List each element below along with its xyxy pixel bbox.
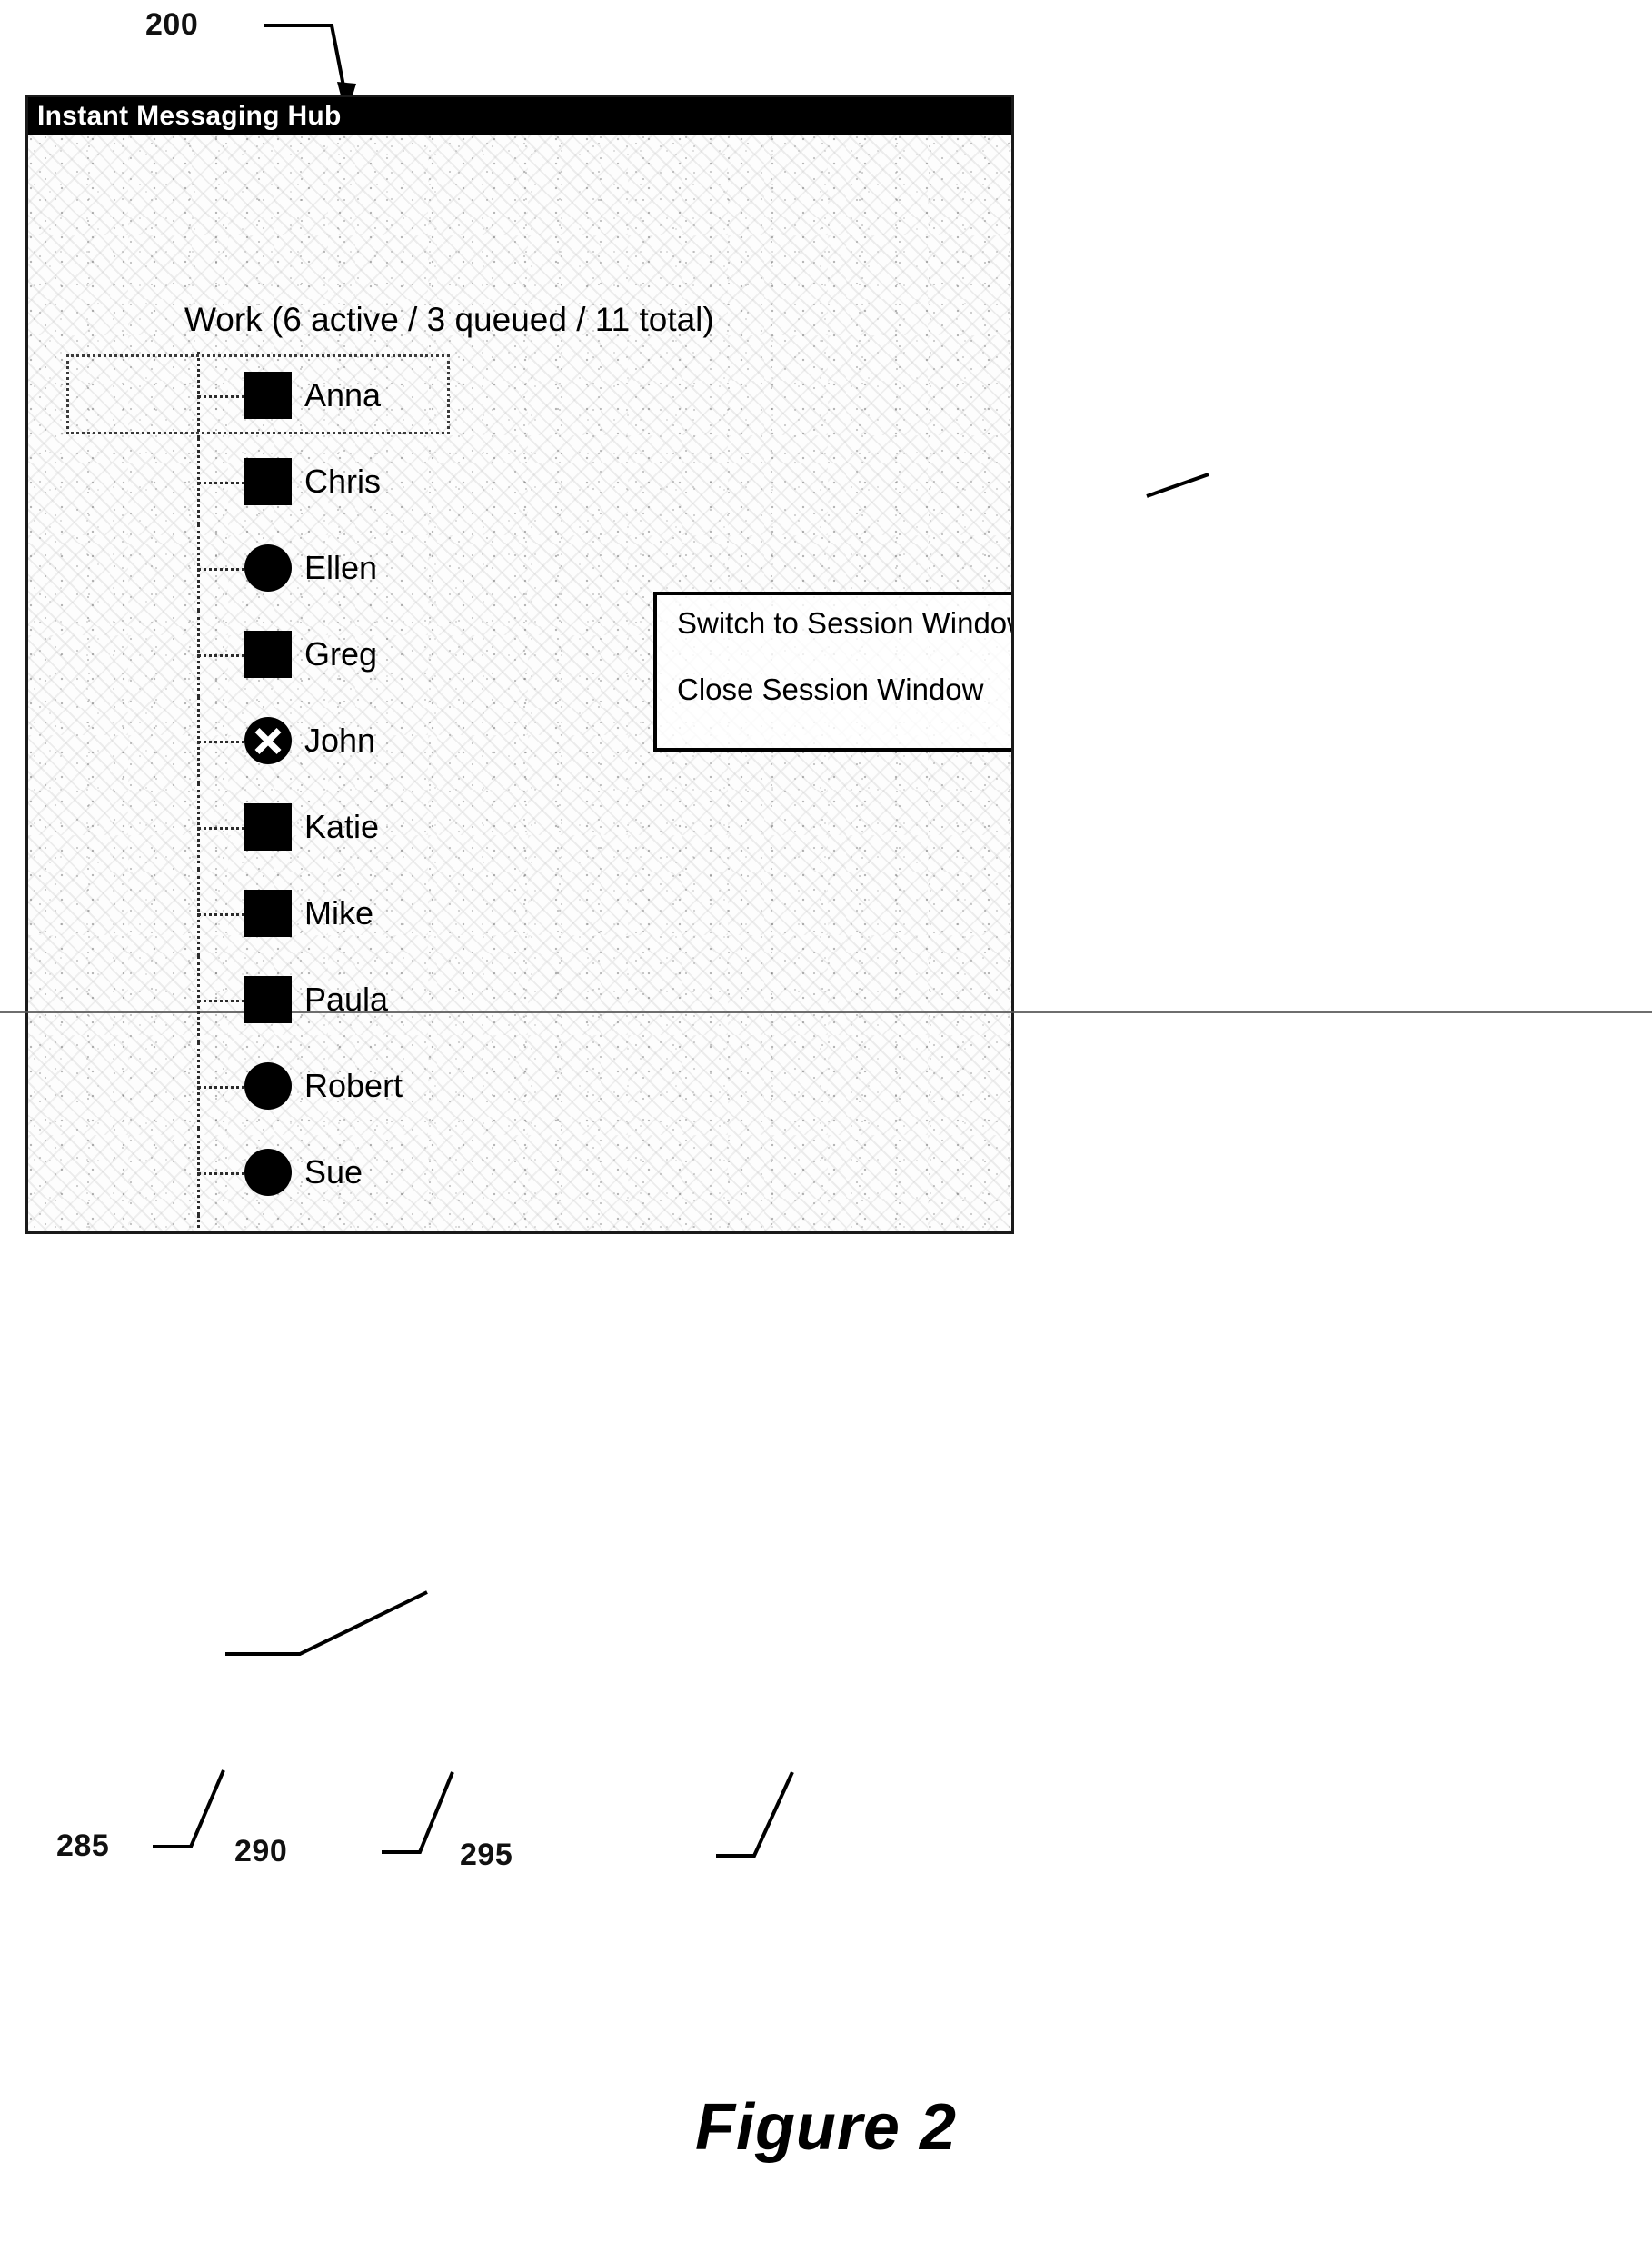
contact-row-chris[interactable]: Chris [197, 438, 833, 524]
window-title: Instant Messaging Hub [37, 101, 342, 131]
instant-messaging-hub-window: Instant Messaging Hub Work (6 active / 3… [25, 95, 1014, 1234]
contact-name: Chris [304, 462, 382, 500]
contact-name: Greg [304, 634, 378, 673]
window-title-bar: Instant Messaging Hub [28, 97, 1011, 135]
contact-row-katie[interactable]: Katie [197, 783, 833, 870]
circle-filled-icon[interactable] [244, 1061, 292, 1110]
contact-row-robert[interactable]: Robert [197, 1042, 833, 1129]
contact-name: Katie [304, 807, 380, 845]
contact-name: Robert [304, 1066, 403, 1104]
square-filled-icon[interactable] [244, 371, 292, 419]
contact-row-sue[interactable]: Sue [197, 1129, 833, 1215]
contact-row-paula[interactable]: Paula [197, 956, 833, 1042]
square-filled-icon[interactable] [244, 457, 292, 505]
context-menu[interactable]: Switch to Session Window Close Session W… [653, 592, 1011, 752]
circle-filled-icon[interactable] [244, 543, 292, 592]
window-client-area: Work (6 active / 3 queued / 11 total) An… [28, 135, 1011, 1231]
contact-name: Sue [304, 1152, 363, 1191]
callout-295: 295 [460, 1838, 513, 1872]
contact-tree: Anna Chris Ellen Greg John Katie Mike Pa… [197, 352, 833, 1231]
contact-name: Anna [304, 375, 382, 414]
callout-290: 290 [234, 1834, 288, 1868]
square-filled-icon[interactable] [244, 630, 292, 678]
contact-name: Mike [304, 893, 374, 932]
contact-row-tom[interactable]: i Tom (left message) [197, 1215, 833, 1231]
callout-200: 200 [145, 7, 199, 42]
circle-x-icon[interactable] [244, 716, 292, 764]
square-filled-icon[interactable] [244, 889, 292, 937]
square-filled-icon[interactable] [244, 802, 292, 851]
square-filled-icon[interactable] [244, 975, 292, 1023]
group-heading: Work (6 active / 3 queued / 11 total) [184, 301, 714, 338]
contact-name: John [304, 721, 376, 759]
circle-filled-icon[interactable] [244, 1148, 292, 1196]
tree-spine [197, 1215, 200, 1231]
menu-item-switch-to-session-window[interactable]: Switch to Session Window [677, 608, 1011, 638]
contact-row-anna[interactable]: Anna [197, 352, 833, 438]
callout-285: 285 [56, 1828, 110, 1863]
contact-name: Paula [304, 980, 389, 1018]
contact-name: Ellen [304, 548, 378, 586]
figure-caption: Figure 2 [694, 2091, 958, 2164]
contact-row-mike[interactable]: Mike [197, 870, 833, 956]
menu-item-close-session-window[interactable]: Close Session Window [677, 674, 1011, 704]
